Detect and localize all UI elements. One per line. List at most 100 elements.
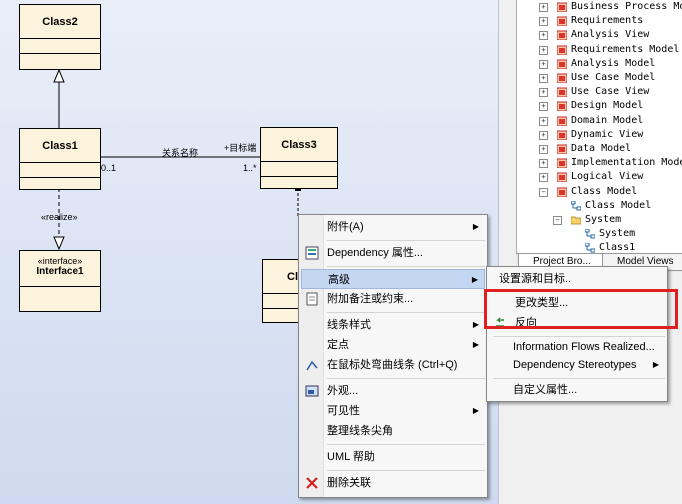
expand-icon[interactable]: +	[539, 17, 548, 27]
menu-item-label: Information Flows Realized...	[513, 341, 655, 353]
expand-icon[interactable]: +	[539, 173, 548, 183]
menu-item-label: Dependency Stereotypes	[513, 359, 637, 371]
menu-item-dependency-properties[interactable]: Dependency 属性...	[301, 243, 485, 263]
tree-item[interactable]: − System	[517, 213, 682, 227]
tree-item-label: Class Model	[571, 185, 638, 197]
tree-item[interactable]: + Implementation Model	[517, 156, 682, 170]
menu-item-label: UML 帮助	[327, 451, 375, 463]
tree-item[interactable]: System	[517, 227, 682, 241]
expand-icon[interactable]: +	[539, 130, 548, 140]
tree-item[interactable]: + Use Case Model	[517, 71, 682, 85]
menu-item-label: 线条样式	[327, 319, 371, 331]
tree-item[interactable]: + Dynamic View	[517, 128, 682, 142]
menu-separator	[327, 444, 485, 445]
menu-separator	[327, 378, 485, 379]
expand-icon[interactable]: +	[539, 59, 548, 69]
tree-item[interactable]: + Domain Model	[517, 114, 682, 128]
menu-item-label: 整理线条尖角	[327, 425, 393, 437]
expand-icon[interactable]: +	[539, 116, 548, 126]
tree-item-label: Design Model	[571, 100, 644, 112]
delete-x-icon	[305, 476, 319, 490]
menu-separator	[327, 240, 485, 241]
expand-icon[interactable]: +	[539, 159, 548, 169]
target-role-label: +目标端	[224, 143, 257, 153]
interface-stereotype: «interface»	[37, 256, 83, 266]
tree-item-label: Class Model	[585, 199, 652, 211]
package-red-icon	[556, 187, 568, 198]
annotation-highlight-box	[484, 289, 678, 329]
tree-item[interactable]: + Analysis View	[517, 28, 682, 42]
menu-separator	[327, 266, 485, 267]
package-red-icon	[556, 158, 568, 169]
tree-item[interactable]: + Business Process Model	[517, 0, 682, 14]
tree-item[interactable]: + Use Case View	[517, 85, 682, 99]
menu-item-uml-help[interactable]: UML 帮助	[301, 447, 485, 467]
menu-item-label: 附件(A)	[327, 221, 364, 233]
tree-item[interactable]: + Requirements	[517, 14, 682, 28]
menu-item-bend-line[interactable]: 在鼠标处弯曲线条 (Ctrl+Q)	[301, 355, 485, 375]
submenu-item-custom-props[interactable]: 自定义属性...	[489, 380, 665, 400]
class2-box[interactable]: Class2	[19, 4, 101, 70]
package-red-icon	[556, 101, 568, 112]
expand-icon[interactable]: +	[539, 3, 548, 12]
menu-item-attach-note[interactable]: 附加备注或约束...	[301, 289, 485, 309]
menu-item-advanced[interactable]: 高级 ▶	[301, 269, 485, 289]
tree-item-label: Use Case Model	[571, 72, 656, 83]
expand-icon[interactable]: +	[539, 74, 548, 83]
realization-arrowhead	[53, 236, 65, 251]
submenu-item-set-source-target[interactable]: 设置源和目标..	[489, 269, 665, 289]
class3-box[interactable]: Class3	[260, 127, 338, 189]
tree-item[interactable]: + Requirements Model	[517, 43, 682, 57]
expand-icon[interactable]: +	[539, 145, 548, 154]
tree-item-label: Analysis Model	[571, 57, 656, 69]
association-name: 关系名称	[162, 148, 199, 158]
tree-item-label: Business Process Model	[571, 1, 682, 12]
tree-item-label: Domain Model	[571, 114, 644, 126]
advanced-submenu: 设置源和目标.. 更改类型... 反向 Information Flows Re…	[486, 266, 668, 402]
realize-label: «realize»	[41, 212, 78, 222]
expand-icon[interactable]: +	[539, 45, 548, 55]
interface1-box[interactable]: «interface» Interface1	[19, 250, 101, 312]
tree-item[interactable]: Class1	[517, 241, 682, 253]
menu-item-label: Dependency 属性...	[327, 247, 423, 259]
tree-item[interactable]: + Logical View	[517, 170, 682, 184]
package-red-icon	[556, 116, 568, 127]
menu-item-tidy-line[interactable]: 整理线条尖角	[301, 421, 485, 441]
attributes-compartment	[261, 162, 337, 177]
tree-item[interactable]: + Analysis Model	[517, 57, 682, 71]
collapse-icon[interactable]: −	[539, 187, 548, 197]
menu-item-delete-connector[interactable]: 删除关联	[301, 473, 485, 493]
class-name: Class3	[261, 128, 337, 162]
tree-item-label: Use Case View	[571, 86, 650, 98]
project-browser-tree[interactable]: + Business Process Model + Requirements + Ana…	[516, 0, 682, 253]
note-icon	[305, 292, 319, 306]
class-name: Class1	[20, 129, 100, 163]
menu-item-pinpoint[interactable]: 定点 ▶	[301, 335, 485, 355]
expand-icon[interactable]: +	[539, 31, 548, 41]
expand-icon[interactable]: +	[539, 88, 548, 98]
tree-item[interactable]: − Class Model	[517, 185, 682, 199]
tree-item-label: Requirements Model	[571, 43, 680, 55]
tree-item-label: Implementation Model	[571, 157, 682, 169]
submenu-arrow-icon: ▶	[652, 360, 659, 369]
menu-item-label: 附加备注或约束...	[327, 293, 414, 305]
collapse-icon[interactable]: −	[553, 216, 562, 225]
submenu-item-info-flows[interactable]: Information Flows Realized...	[489, 337, 665, 357]
properties-icon	[305, 246, 319, 260]
class1-box[interactable]: Class1	[19, 128, 101, 190]
menu-item-label: 设置源和目标..	[499, 273, 572, 285]
submenu-item-dependency-stereotypes[interactable]: Dependency Stereotypes ▶	[489, 355, 665, 375]
bend-line-icon	[305, 358, 319, 372]
menu-item-line-style[interactable]: 线条样式 ▶	[301, 315, 485, 335]
menu-item-visibility[interactable]: 可见性 ▶	[301, 401, 485, 421]
tree-item[interactable]: + Design Model	[517, 99, 682, 113]
menu-item-appearance[interactable]: 外观...	[301, 381, 485, 401]
tree-item[interactable]: + Data Model	[517, 142, 682, 156]
menu-item-attachment[interactable]: 附件(A) ▶	[301, 217, 485, 237]
interface-name: Interface1	[36, 266, 84, 277]
tree-item[interactable]: Class Model	[517, 199, 682, 213]
expand-icon[interactable]: +	[539, 102, 548, 112]
class-diagram-icon	[584, 228, 596, 239]
package-red-icon	[556, 45, 568, 56]
package-red-icon	[556, 30, 568, 41]
